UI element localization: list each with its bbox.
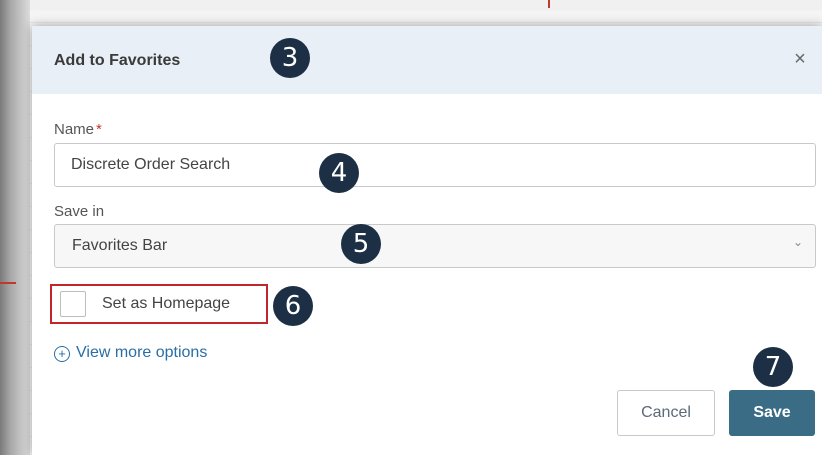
step-badge-3: 3 xyxy=(270,38,310,78)
step-badge-7: 7 xyxy=(753,347,793,387)
save-in-select[interactable]: Favorites Bar ⌄ xyxy=(54,224,816,268)
required-marker: * xyxy=(96,121,102,138)
name-input[interactable] xyxy=(54,143,816,187)
name-label: Name * xyxy=(54,121,102,138)
set-as-homepage-highlight: Set as Homepage xyxy=(50,284,268,324)
step-badge-4: 4 xyxy=(319,153,359,193)
dialog-title: Add to Favorites xyxy=(54,52,181,69)
background-annotation-mark xyxy=(548,0,550,8)
background-annotation-arrow xyxy=(0,282,16,284)
step-badge-5: 5 xyxy=(341,224,381,264)
set-as-homepage-checkbox[interactable] xyxy=(60,291,86,317)
save-in-label: Save in xyxy=(54,203,105,220)
background-sidebar-edge xyxy=(0,0,30,455)
close-icon[interactable]: × xyxy=(790,48,810,70)
cancel-button[interactable]: Cancel xyxy=(617,390,715,436)
add-to-favorites-dialog: Add to Favorites × Name* Save in Favorit… xyxy=(32,26,822,455)
save-in-selected-value: Favorites Bar xyxy=(72,237,168,254)
save-button[interactable]: Save xyxy=(729,390,815,436)
step-badge-6: 6 xyxy=(273,286,313,326)
chevron-down-icon: ⌄ xyxy=(792,235,803,249)
background-toolbar xyxy=(30,0,822,10)
view-more-options-link[interactable]: + View more options xyxy=(54,344,207,362)
plus-circle-icon: + xyxy=(54,346,70,362)
name-label-text: Name xyxy=(54,121,95,138)
set-as-homepage-label[interactable]: Set as Homepage xyxy=(102,295,230,313)
dialog-header: Add to Favorites × xyxy=(32,26,822,94)
view-more-options-label: View more options xyxy=(76,344,208,361)
